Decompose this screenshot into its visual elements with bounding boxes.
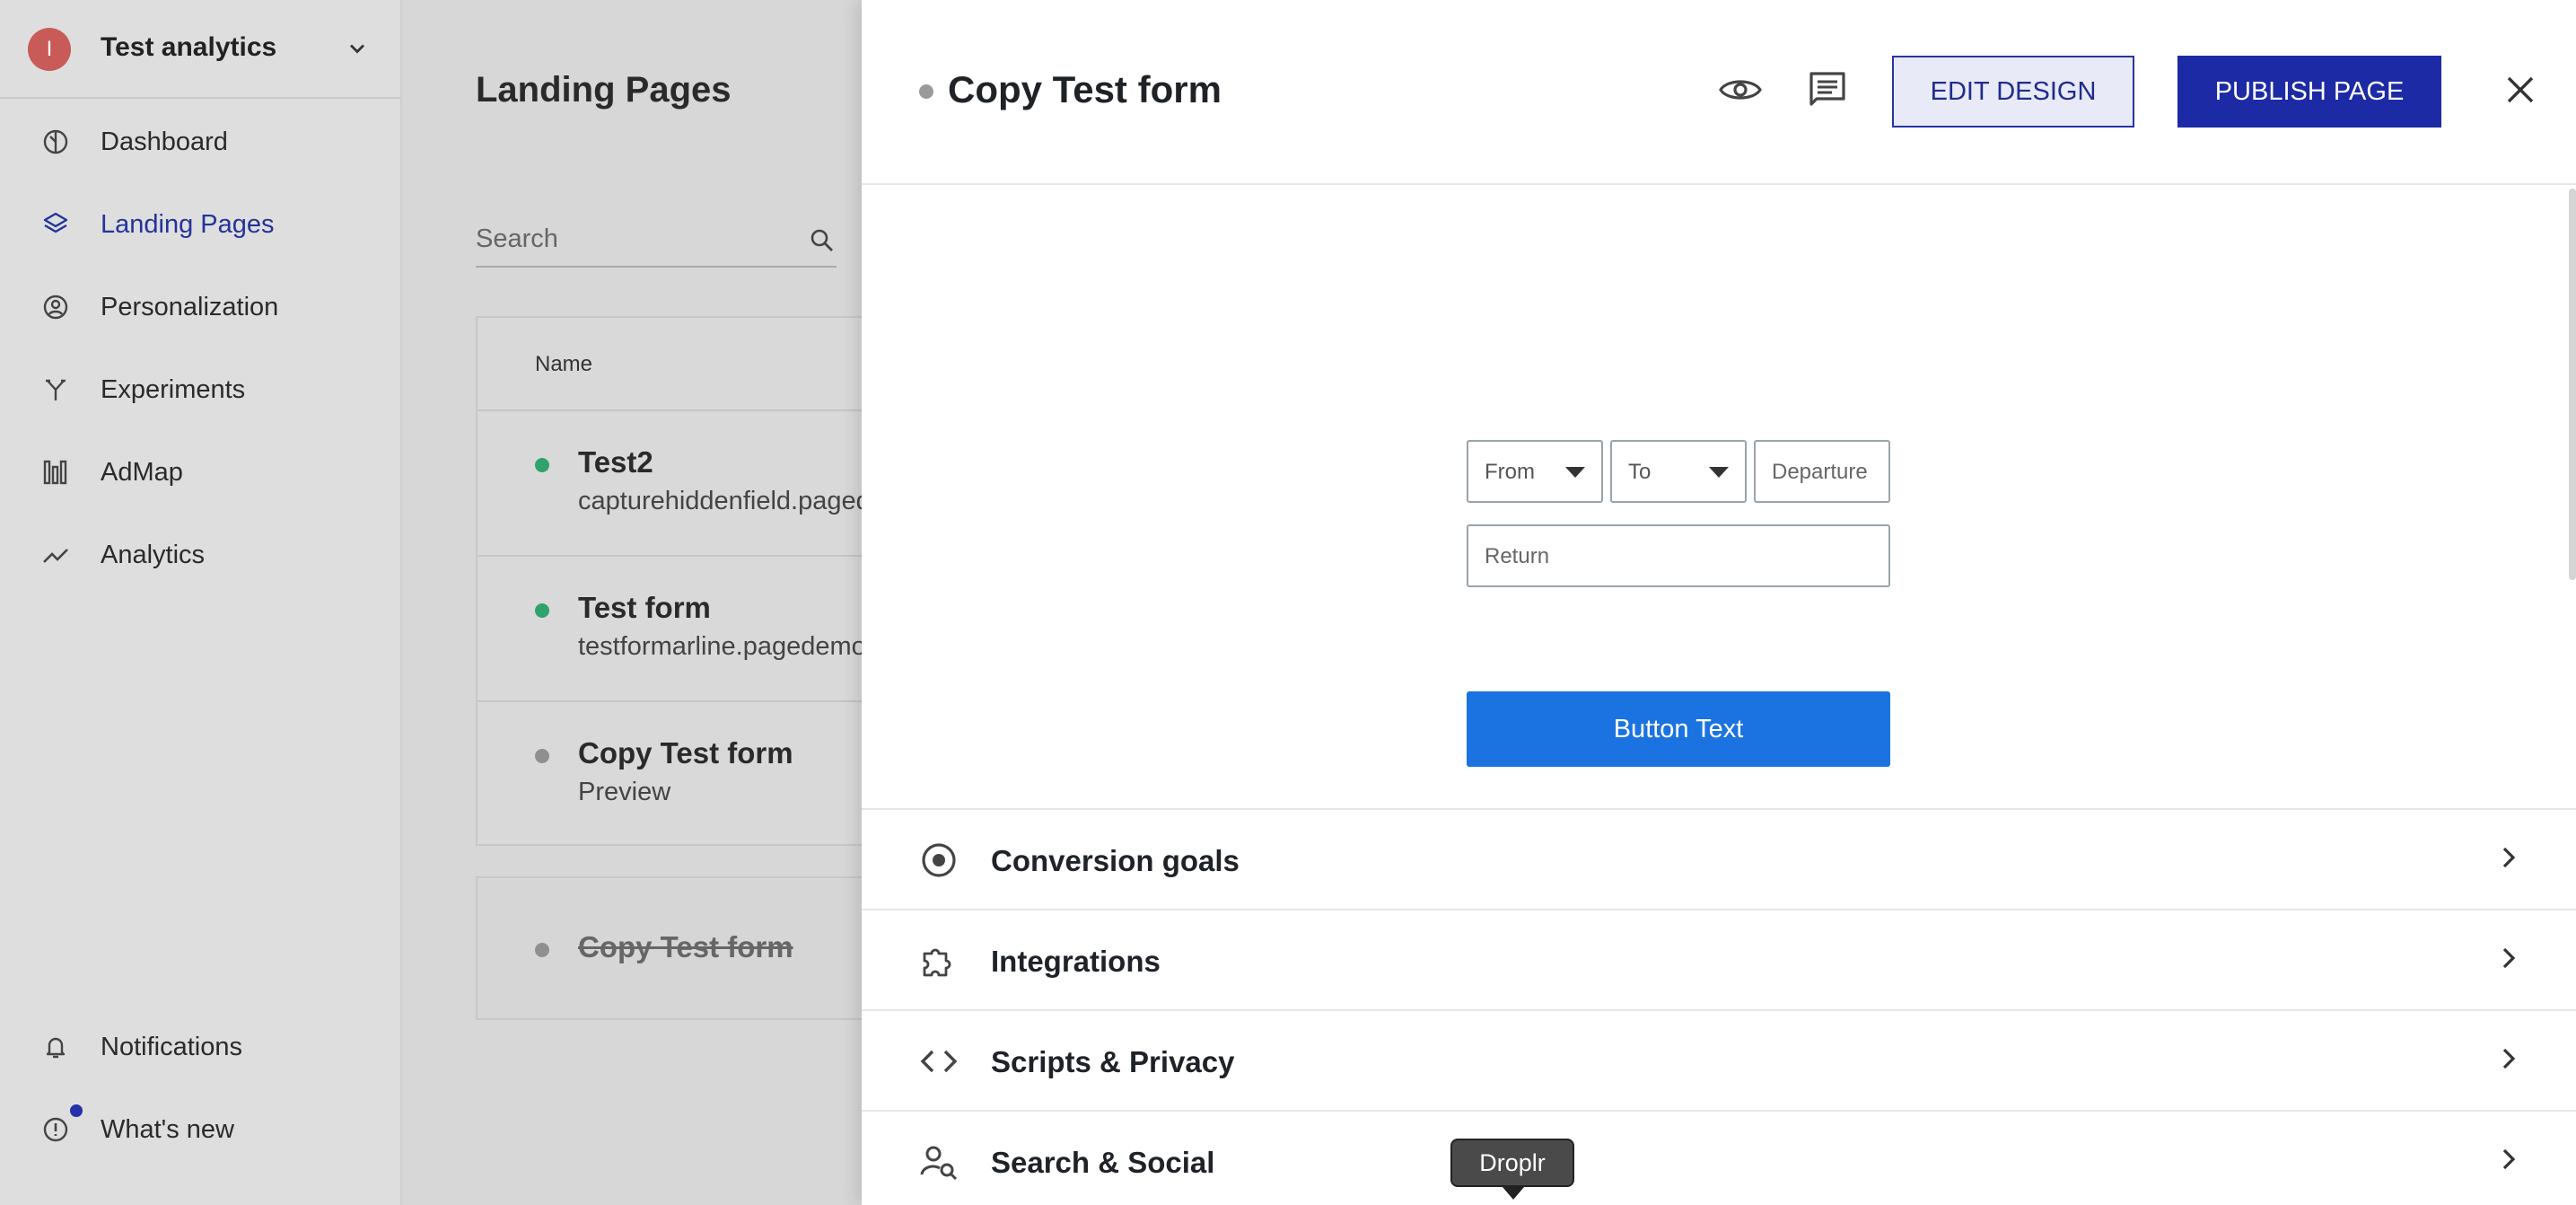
panel-title: Copy Test form <box>948 68 1222 110</box>
workspace-switcher[interactable]: I Test analytics <box>0 0 400 99</box>
nav-label: AdMap <box>101 458 183 487</box>
table-header: Name <box>478 318 862 411</box>
return-placeholder: Return <box>1485 544 1550 568</box>
section-search-social[interactable]: Search & Social <box>862 1110 2576 1205</box>
section-integrations[interactable]: Integrations <box>862 909 2576 1009</box>
nav-label: Analytics <box>101 541 206 569</box>
section-label: Scripts & Privacy <box>991 1045 1235 1078</box>
admap-icon <box>43 460 67 485</box>
return-field[interactable]: Return <box>1467 524 1890 587</box>
chevron-right-icon <box>2502 1048 2516 1069</box>
publish-page-button[interactable]: PUBLISH PAGE <box>2177 56 2441 128</box>
table-row[interactable]: Test form testformarline.pagedemo <box>478 557 862 702</box>
row-title: Copy Test form <box>578 736 793 770</box>
departure-placeholder: Departure <box>1772 460 1868 484</box>
to-select[interactable]: To <box>1610 440 1747 503</box>
panel-header: Copy Test form EDIT DESIGN PUBLISH PAGE <box>862 0 2576 185</box>
nav-label: What's new <box>101 1115 234 1144</box>
departure-field[interactable]: Departure <box>1754 440 1890 503</box>
search-placeholder: Search <box>476 224 558 253</box>
nav-label: Landing Pages <box>101 210 275 239</box>
sidebar: I Test analytics Dashboard Landing Pages… <box>0 0 402 1205</box>
row-title: Test2 <box>578 445 653 479</box>
nav-label: Personalization <box>101 293 279 321</box>
status-dot <box>535 943 549 957</box>
trend-icon <box>43 549 68 563</box>
table-row[interactable]: Test2 capturehiddenfield.pagedemo <box>478 411 862 557</box>
section-scripts-privacy[interactable]: Scripts & Privacy <box>862 1009 2576 1110</box>
to-select-value: To <box>1628 460 1652 484</box>
scrollbar[interactable] <box>2569 189 2576 580</box>
row-title: Test form <box>578 591 711 624</box>
nav-item-experiments[interactable]: Experiments <box>0 363 400 417</box>
puzzle-icon <box>923 948 951 977</box>
layers-icon <box>43 212 68 233</box>
section-label: Search & Social <box>991 1146 1215 1179</box>
status-dot <box>535 458 549 472</box>
info-icon <box>43 1117 68 1142</box>
close-icon[interactable] <box>2504 74 2537 106</box>
chevron-right-icon <box>2502 847 2516 868</box>
status-dot <box>919 84 933 99</box>
row-subtitle: capturehiddenfield.pagedemo <box>578 487 862 515</box>
code-icon <box>920 1050 958 1073</box>
nav-item-dashboard[interactable]: Dashboard <box>0 115 400 169</box>
from-select-value: From <box>1485 460 1535 484</box>
nav-label: Dashboard <box>101 128 228 156</box>
column-header-name[interactable]: Name <box>535 352 592 377</box>
workspace-avatar: I <box>28 28 71 71</box>
nav-label: Experiments <box>101 375 246 404</box>
nav-item-analytics[interactable]: Analytics <box>0 528 400 582</box>
status-dot <box>535 749 549 763</box>
page-title: Landing Pages <box>476 70 732 110</box>
pages-table: Name Test2 capturehiddenfield.pagedemo T… <box>476 316 862 846</box>
edit-design-button[interactable]: EDIT DESIGN <box>1892 56 2134 128</box>
page-detail-panel: Copy Test form EDIT DESIGN PUBLISH PAGE … <box>862 0 2576 1205</box>
nav-label: Notifications <box>101 1033 242 1061</box>
from-select[interactable]: From <box>1467 440 1603 503</box>
workspace-name: Test analytics <box>101 32 277 62</box>
split-icon <box>46 379 66 400</box>
section-label: Integrations <box>991 945 1161 978</box>
user-search-icon <box>920 1146 958 1181</box>
nav-item-whats-new[interactable]: What's new <box>0 1103 400 1157</box>
nav-item-personalization[interactable]: Personalization <box>0 280 400 334</box>
droplr-tooltip: Droplr <box>1450 1139 1574 1200</box>
search-icon[interactable] <box>808 226 837 255</box>
nav-item-admap[interactable]: AdMap <box>0 445 400 499</box>
chevron-down-icon <box>350 44 364 54</box>
bell-icon <box>46 1037 66 1059</box>
row-subtitle: testformarline.pagedemo <box>578 632 862 661</box>
caret-down-icon <box>1709 467 1729 478</box>
user-circle-icon <box>43 295 68 320</box>
target-icon <box>922 843 956 877</box>
search-input[interactable]: Search <box>476 219 837 268</box>
landing-pages-list: Landing Pages Search Name Test2 captureh… <box>402 0 862 1205</box>
caret-down-icon <box>1565 467 1585 478</box>
dashboard-icon <box>43 129 68 154</box>
form-submit-button[interactable]: Button Text <box>1467 691 1890 767</box>
table-row[interactable]: Copy Test form Preview <box>478 702 862 848</box>
row-subtitle: Preview <box>578 778 671 806</box>
chevron-right-icon <box>2502 947 2516 969</box>
comment-icon[interactable] <box>1808 70 1847 110</box>
archived-page-title: Copy Test form <box>578 930 793 963</box>
status-dot <box>535 603 549 618</box>
eye-icon[interactable] <box>1718 70 1763 110</box>
section-label: Conversion goals <box>991 844 1240 877</box>
unread-badge <box>70 1104 83 1117</box>
nav-item-landing-pages[interactable]: Landing Pages <box>0 198 400 251</box>
nav-item-notifications[interactable]: Notifications <box>0 1020 400 1074</box>
archived-page-card[interactable]: Copy Test form <box>476 876 862 1020</box>
section-conversion-goals[interactable]: Conversion goals <box>862 808 2576 909</box>
chevron-right-icon <box>2502 1148 2516 1170</box>
